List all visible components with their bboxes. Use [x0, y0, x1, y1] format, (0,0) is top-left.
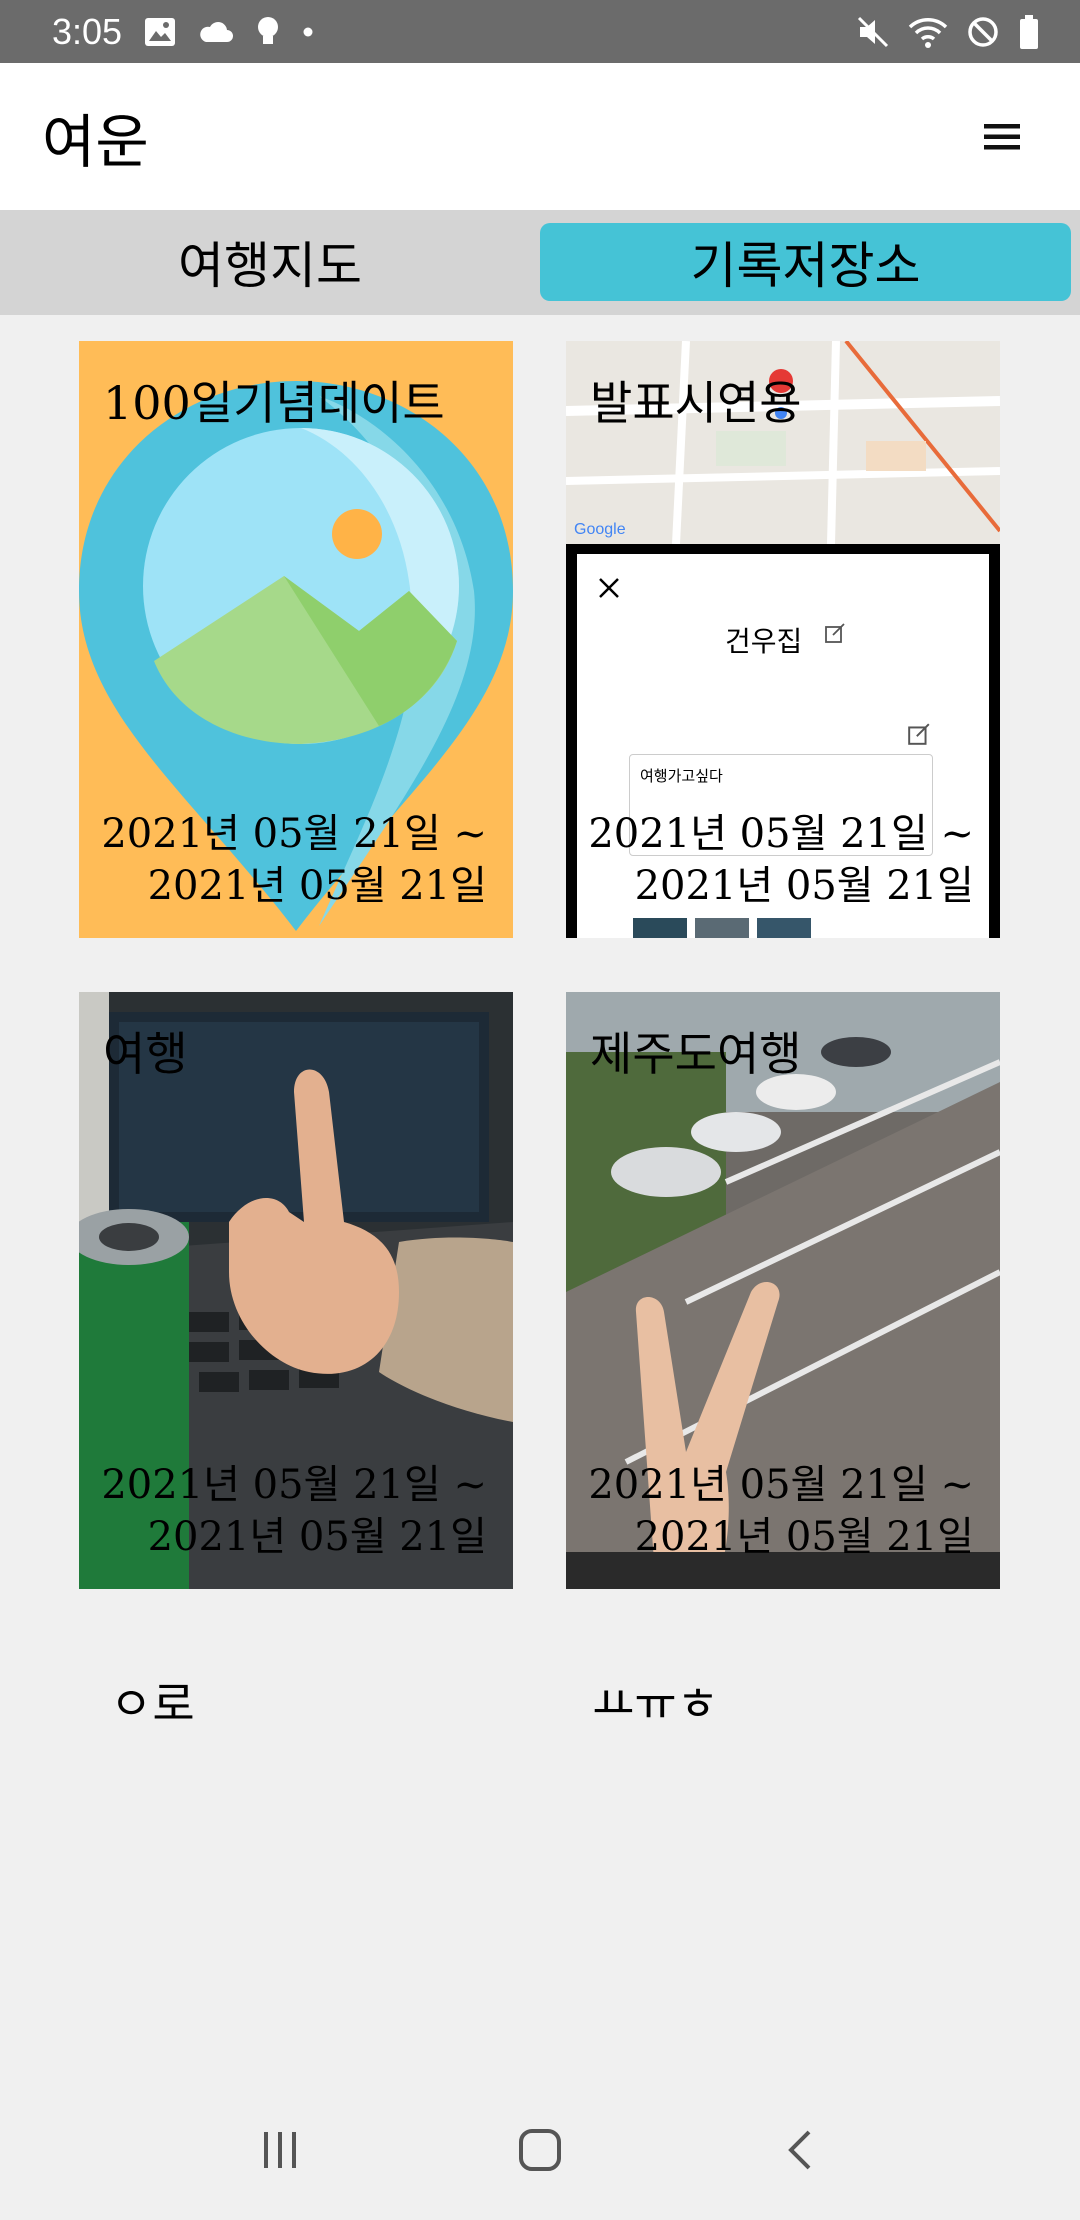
card-date-end: 2021년 05월 21일 — [147, 1514, 487, 1560]
hamburger-menu-icon[interactable] — [972, 107, 1032, 167]
dot-icon — [302, 26, 314, 38]
navigation-bar — [0, 2080, 1080, 2220]
status-bar: 3:05 — [0, 0, 1080, 63]
record-card[interactable]: 제주도여행 2021년 05월 21일 ~ 2021년 05월 21일 — [566, 992, 1000, 1589]
card-title: 여행 — [103, 1027, 188, 1081]
card-dates: 2021년 05월 21일 ~ 2021년 05월 21일 — [588, 808, 974, 912]
card-dates: 2021년 05월 21일 ~ 2021년 05월 21일 — [101, 1459, 487, 1563]
tab-record-storage[interactable]: 기록저장소 — [540, 223, 1071, 301]
edit-icon — [908, 723, 930, 745]
edit-icon — [825, 623, 845, 643]
status-left: 3:05 — [52, 11, 314, 53]
card-title[interactable]: ㅛㅠㅎ — [592, 1668, 719, 1734]
card-date-start: 2021년 05월 21일 ~ — [588, 1462, 974, 1508]
close-icon — [599, 578, 619, 598]
card-dates: 2021년 05월 21일 ~ 2021년 05월 21일 — [101, 808, 487, 912]
photo-thumb — [695, 918, 749, 938]
home-icon[interactable] — [500, 2110, 580, 2190]
card-title: 100일기념데이트 — [103, 376, 445, 430]
memo-text: 여행가고싶다 — [640, 767, 723, 785]
card-date-start: 2021년 05월 21일 ~ — [101, 811, 487, 857]
thumb-strip — [633, 918, 811, 938]
record-card[interactable]: 여행 2021년 05월 21일 ~ 2021년 05월 21일 — [79, 992, 513, 1589]
block-icon — [966, 15, 1000, 49]
photo-thumb — [633, 918, 687, 938]
record-card[interactable]: 100일기념데이트 2021년 05월 21일 ~ 2021년 05월 21일 — [79, 341, 513, 938]
card-title: 제주도여행 — [590, 1027, 802, 1081]
recent-apps-icon[interactable] — [240, 2110, 320, 2190]
card-title[interactable]: ㅇ로 — [110, 1668, 195, 1734]
cloud-icon — [198, 20, 234, 44]
tab-travel-map[interactable]: 여행지도 — [0, 223, 540, 301]
card-date-end: 2021년 05월 21일 — [147, 863, 487, 909]
bulb-icon — [256, 16, 280, 48]
record-card[interactable]: Google 건우집 여행가고싶다 발표시연용 2021년 05월 21일 ~ … — [566, 341, 1000, 938]
dialog-title: 건우집 — [725, 625, 803, 658]
svg-text:Google: Google — [574, 521, 626, 538]
card-date-start: 2021년 05월 21일 ~ — [588, 811, 974, 857]
card-date-start: 2021년 05월 21일 ~ — [101, 1462, 487, 1508]
tab-bar: 여행지도 기록저장소 — [0, 210, 1080, 315]
card-dates: 2021년 05월 21일 ~ 2021년 05월 21일 — [588, 1459, 974, 1563]
card-title: 발표시연용 — [590, 376, 802, 430]
card-date-end: 2021년 05월 21일 — [634, 863, 974, 909]
status-time: 3:05 — [52, 10, 123, 52]
wifi-icon — [908, 15, 948, 49]
photo-thumb — [757, 918, 811, 938]
back-icon[interactable] — [760, 2110, 840, 2190]
status-right — [856, 14, 1040, 50]
app-title: 여운 — [42, 107, 149, 176]
mute-icon — [856, 15, 890, 49]
battery-icon — [1018, 14, 1040, 50]
app-bar: 여운 — [0, 63, 1080, 210]
card-date-end: 2021년 05월 21일 — [634, 1514, 974, 1560]
image-icon — [144, 17, 176, 47]
